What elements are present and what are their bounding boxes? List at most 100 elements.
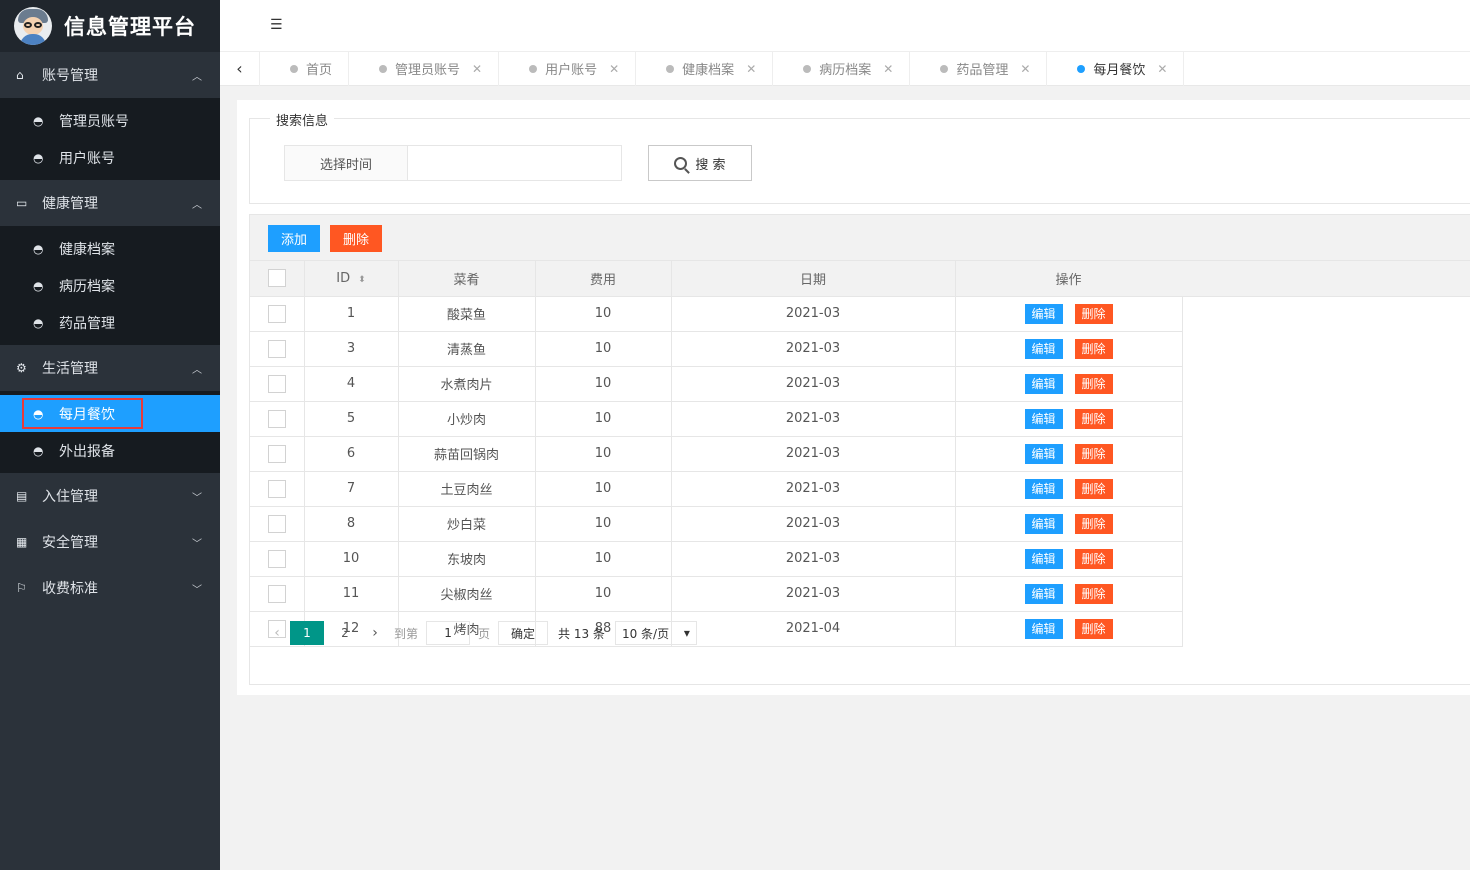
- table-body: 1 酸菜鱼 10 2021-03 编辑 删除 3 清蒸鱼 10 2021-03 编辑 删除 4 水煮肉片 1…: [250, 296, 1183, 647]
- sidebar-item-label: 用户账号: [59, 150, 115, 167]
- edit-button[interactable]: 编辑: [1024, 338, 1063, 359]
- row-checkbox[interactable]: [267, 584, 286, 603]
- cell-id: 3: [304, 331, 399, 367]
- row-checkbox[interactable]: [267, 479, 286, 498]
- delete-button[interactable]: 删除: [1074, 548, 1113, 569]
- close-icon[interactable]: ✕: [883, 62, 893, 76]
- sidebar-item-label: 健康档案: [59, 241, 115, 258]
- delete-button[interactable]: 删除: [1074, 408, 1113, 429]
- dashboard-icon: ◓: [33, 150, 44, 165]
- cell-actions: 编辑 删除: [955, 401, 1183, 437]
- edit-button[interactable]: 编辑: [1024, 478, 1063, 499]
- cell-dish: 尖椒肉丝: [398, 576, 536, 612]
- tab-2[interactable]: 用户账号 ✕: [499, 51, 637, 86]
- cell-dish: 土豆肉丝: [398, 471, 536, 507]
- cell-date: 2021-03: [671, 541, 956, 577]
- cell-date: 2021-03: [671, 506, 956, 542]
- sidebar-group-label: 账号管理: [42, 68, 98, 84]
- table-row: 4 水煮肉片 10 2021-03 编辑 删除: [250, 366, 1183, 402]
- cell-dish: 酸菜鱼: [398, 296, 536, 332]
- add-button[interactable]: 添加: [268, 225, 320, 252]
- edit-button[interactable]: 编辑: [1024, 408, 1063, 429]
- edit-button[interactable]: 编辑: [1024, 373, 1063, 394]
- column-header-dish: 菜肴: [398, 261, 536, 297]
- delete-button[interactable]: 删除: [1074, 373, 1113, 394]
- search-button[interactable]: 搜 索: [648, 145, 752, 181]
- sidebar-group-2[interactable]: ⚙ 生活管理 ︿: [0, 345, 220, 391]
- tab-4[interactable]: 病历档案 ✕: [773, 51, 911, 86]
- chevron-down-icon: ﹀: [192, 584, 202, 596]
- page-2[interactable]: 2: [328, 621, 362, 645]
- close-icon[interactable]: ✕: [609, 62, 619, 76]
- edit-button[interactable]: 编辑: [1024, 443, 1063, 464]
- edit-button[interactable]: 编辑: [1024, 583, 1063, 604]
- tab-6[interactable]: 每月餐饮 ✕: [1047, 51, 1185, 86]
- cell-date: 2021-03: [671, 331, 956, 367]
- close-icon[interactable]: ✕: [746, 62, 756, 76]
- sidebar-group-4[interactable]: ▦ 安全管理 ﹀: [0, 519, 220, 565]
- tabs-scroll-left-icon[interactable]: ‹: [220, 51, 260, 86]
- main-content: 搜索信息 选择时间 搜 索 添加 删除 ID ⬍ 菜肴 费用 日期 操作 1 酸…: [237, 100, 1470, 695]
- goto-label: 到第: [394, 626, 419, 641]
- row-checkbox[interactable]: [267, 339, 286, 358]
- sidebar-item-1-2[interactable]: ◓ 药品管理: [0, 304, 220, 341]
- page-1[interactable]: 1: [290, 621, 324, 645]
- close-icon[interactable]: ✕: [1020, 62, 1030, 76]
- sidebar-item-2-1[interactable]: ◓ 外出报备: [0, 432, 220, 469]
- page-size-select[interactable]: 10 条/页 ▾: [614, 621, 697, 645]
- edit-button[interactable]: 编辑: [1024, 548, 1063, 569]
- row-checkbox[interactable]: [267, 304, 286, 323]
- delete-button[interactable]: 删除: [1074, 583, 1113, 604]
- select-all-cell: [250, 261, 305, 297]
- select-all-checkbox[interactable]: [267, 269, 286, 288]
- sidebar-submenu: ◓ 管理员账号 ◓ 用户账号: [0, 98, 220, 180]
- table-toolbar: 添加 删除: [250, 215, 1470, 261]
- cell-cost: 10: [535, 331, 672, 367]
- goto-confirm-button[interactable]: 确定: [498, 621, 549, 645]
- sidebar-group-0[interactable]: ⌂ 账号管理 ︿: [0, 52, 220, 98]
- sidebar-item-0-0[interactable]: ◓ 管理员账号: [0, 102, 220, 139]
- delete-button[interactable]: 删除: [1074, 338, 1113, 359]
- sidebar-group-5[interactable]: ⚐ 收费标准 ﹀: [0, 565, 220, 611]
- column-header-id[interactable]: ID ⬍: [304, 261, 399, 297]
- row-checkbox[interactable]: [267, 374, 286, 393]
- prev-page-icon[interactable]: ‹: [266, 625, 288, 641]
- sidebar-group-1[interactable]: ▭ 健康管理 ︿: [0, 180, 220, 226]
- delete-button[interactable]: 删除: [1074, 478, 1113, 499]
- row-checkbox[interactable]: [267, 444, 286, 463]
- close-icon[interactable]: ✕: [1157, 62, 1167, 76]
- edit-button[interactable]: 编辑: [1024, 303, 1063, 324]
- tab-3[interactable]: 健康档案 ✕: [636, 51, 774, 86]
- tab-dot-icon: [379, 64, 388, 73]
- date-field-label: 选择时间: [284, 145, 408, 181]
- sidebar-group-3[interactable]: ▤ 入住管理 ﹀: [0, 473, 220, 519]
- sidebar-group-label: 生活管理: [42, 361, 98, 377]
- row-checkbox[interactable]: [267, 409, 286, 428]
- sidebar-item-1-0[interactable]: ◓ 健康档案: [0, 230, 220, 267]
- close-icon[interactable]: ✕: [472, 62, 482, 76]
- tab-0[interactable]: 首页: [260, 51, 350, 86]
- goto-page-input[interactable]: 1: [426, 621, 471, 645]
- cell-id: 4: [304, 366, 399, 402]
- document-icon: ▤: [16, 489, 28, 503]
- sidebar-item-2-0[interactable]: ◓ 每月餐饮: [0, 395, 220, 432]
- row-checkbox[interactable]: [267, 549, 286, 568]
- delete-button[interactable]: 删除: [1074, 443, 1113, 464]
- tab-1[interactable]: 管理员账号 ✕: [349, 51, 500, 86]
- cell-cost: 10: [535, 506, 672, 542]
- row-checkbox[interactable]: [267, 514, 286, 533]
- batch-delete-button[interactable]: 删除: [330, 225, 382, 252]
- cell-dish: 炒白菜: [398, 506, 536, 542]
- page-unit-label: 页: [478, 626, 491, 641]
- sort-icon[interactable]: ⬍: [358, 275, 366, 285]
- sidebar-item-0-1[interactable]: ◓ 用户账号: [0, 139, 220, 176]
- next-page-icon[interactable]: ›: [364, 625, 386, 641]
- tab-5[interactable]: 药品管理 ✕: [910, 51, 1048, 86]
- cell-dish: 东坡肉: [398, 541, 536, 577]
- edit-button[interactable]: 编辑: [1024, 513, 1063, 534]
- date-picker-input[interactable]: [408, 145, 622, 181]
- sidebar-item-1-1[interactable]: ◓ 病历档案: [0, 267, 220, 304]
- delete-button[interactable]: 删除: [1074, 513, 1113, 534]
- menu-toggle-icon[interactable]: ☰: [270, 17, 283, 33]
- delete-button[interactable]: 删除: [1074, 303, 1113, 324]
